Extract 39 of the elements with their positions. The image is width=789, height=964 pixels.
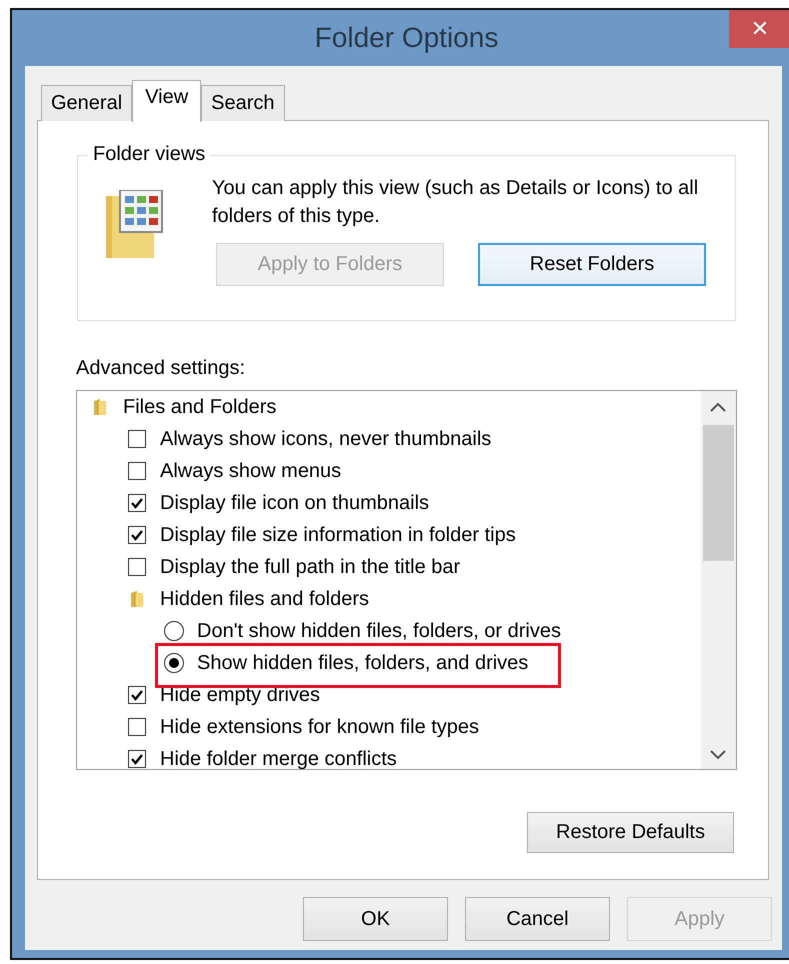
checkbox[interactable] bbox=[128, 686, 146, 704]
folder-views-description: You can apply this view (such as Details or Icons) to all folders of this type. bbox=[212, 176, 700, 229]
folder-icon bbox=[129, 588, 145, 610]
setting-label: Show hidden files, folders, and drives bbox=[197, 652, 528, 674]
setting-label: Hide folder merge conflicts bbox=[160, 748, 397, 769]
setting-label: Always show menus bbox=[160, 460, 342, 482]
checkbox[interactable] bbox=[128, 750, 146, 768]
scrollbar[interactable] bbox=[701, 391, 736, 769]
folder-button[interactable]: Reset Folders bbox=[478, 243, 706, 286]
tab[interactable]: View bbox=[132, 80, 202, 122]
scrollbar-thumb[interactable] bbox=[703, 425, 734, 561]
group-label: Hidden files and folders bbox=[160, 588, 370, 610]
dialog-button[interactable]: OK bbox=[303, 897, 448, 941]
tab[interactable]: General bbox=[41, 85, 132, 121]
setting-label: Don't show hidden files, folders, or drives bbox=[197, 620, 561, 642]
checkbox[interactable] bbox=[128, 494, 146, 512]
setting-label: Display file icon on thumbnails bbox=[160, 492, 430, 514]
folder-icon bbox=[92, 396, 108, 418]
radio-button[interactable] bbox=[164, 653, 184, 673]
setting-label: Hide empty drives bbox=[160, 684, 320, 706]
setting-label: Hide extensions for known file types bbox=[160, 716, 480, 738]
scroll-down-icon[interactable] bbox=[709, 749, 727, 761]
checkbox[interactable] bbox=[128, 718, 146, 736]
checkbox[interactable] bbox=[128, 526, 146, 544]
close-button[interactable]: ✕ bbox=[729, 10, 789, 48]
setting-label: Always show icons, never thumbnails bbox=[160, 428, 492, 450]
setting-label: Display file size information in folder tips bbox=[160, 524, 516, 546]
checkbox[interactable] bbox=[128, 462, 146, 480]
window-title: Folder Options bbox=[314, 22, 498, 54]
scroll-up-icon[interactable] bbox=[709, 401, 727, 413]
group-label: Files and Folders bbox=[123, 396, 276, 418]
setting-label: Display the full path in the title bar bbox=[160, 556, 460, 578]
checkbox[interactable] bbox=[128, 558, 146, 576]
radio-button[interactable] bbox=[164, 621, 184, 641]
restore-defaults-button[interactable]: Restore Defaults bbox=[527, 812, 734, 853]
checkbox[interactable] bbox=[128, 430, 146, 448]
advanced-settings-label: Advanced settings: bbox=[76, 357, 245, 380]
dialog-button[interactable]: Cancel bbox=[465, 897, 610, 941]
tab[interactable]: Search bbox=[201, 85, 285, 121]
